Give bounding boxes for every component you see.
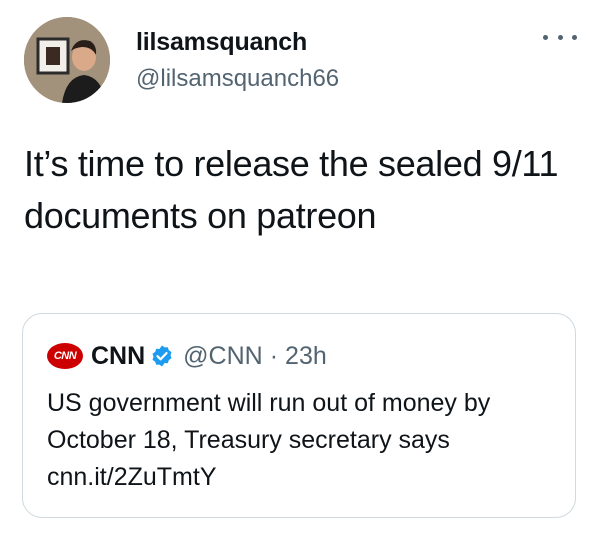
avatar-photo — [24, 17, 110, 103]
more-dot — [543, 34, 548, 40]
avatar[interactable] — [24, 17, 110, 103]
cnn-logo-icon[interactable]: CNN — [47, 343, 83, 369]
quoted-text-line: US government will run out of money by — [47, 389, 491, 417]
verified-badge-icon — [152, 345, 172, 367]
quoted-timestamp[interactable]: 23h — [285, 341, 327, 371]
quoted-display-name[interactable]: CNN — [91, 341, 145, 371]
more-dot — [557, 34, 563, 40]
quoted-text-line: October 18, Treasury secretary says — [47, 426, 450, 454]
tweet-text: It’s time to release the sealed 9/11 doc… — [24, 143, 559, 236]
author-handle[interactable]: @lilsamsquanch66 — [136, 64, 339, 94]
meta-separator: · — [269, 342, 279, 370]
more-options-icon[interactable] — [543, 27, 577, 47]
author-display-name[interactable]: lilsamsquanch — [136, 26, 307, 58]
cnn-logo-text: CNN — [53, 350, 77, 362]
quoted-tweet-header: CNN CNN @CNN · 23h — [47, 341, 327, 371]
quoted-handle[interactable]: @CNN — [183, 341, 263, 371]
quoted-tweet-text: US government will run out of money by O… — [47, 385, 557, 496]
quoted-link[interactable]: cnn.it/2ZuTmtY — [47, 459, 557, 496]
quoted-tweet-card[interactable]: CNN CNN @CNN · 23h US government will ru… — [22, 313, 576, 518]
more-dot — [572, 34, 577, 40]
